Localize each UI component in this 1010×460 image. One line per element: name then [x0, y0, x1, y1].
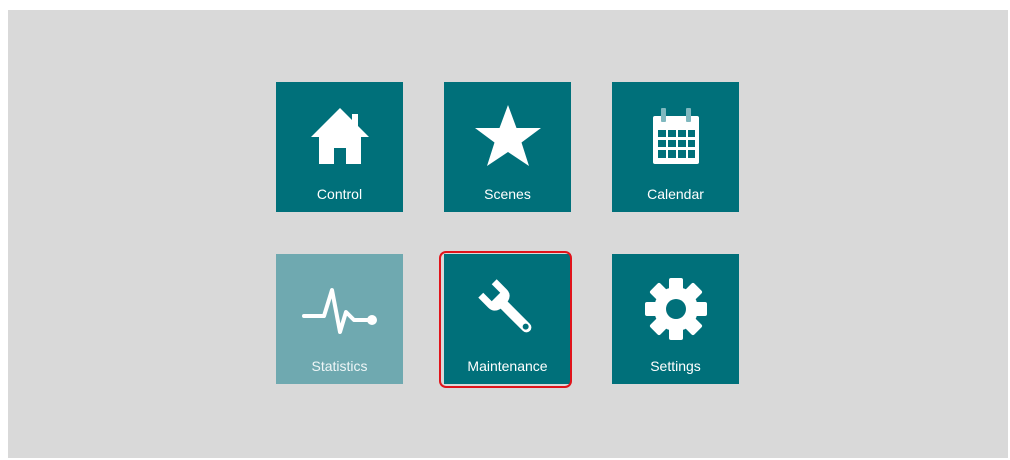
main-menu-panel [8, 10, 1008, 458]
calendar-tile[interactable]: Calendar [612, 82, 739, 212]
pulse-graph-icon [276, 276, 403, 342]
scenes-tile[interactable]: Scenes [444, 82, 571, 212]
control-tile[interactable]: Control [276, 82, 403, 212]
calendar-icon [612, 104, 739, 170]
maintenance-tile[interactable]: Maintenance [444, 254, 571, 384]
settings-tile[interactable]: Settings [612, 254, 739, 384]
maintenance-label: Maintenance [467, 358, 548, 374]
settings-label: Settings [650, 358, 701, 374]
statistics-label: Statistics [311, 358, 368, 374]
wrench-icon [444, 276, 571, 342]
gear-icon [612, 276, 739, 342]
calendar-label: Calendar [647, 186, 704, 202]
scenes-label: Scenes [484, 186, 531, 202]
statistics-tile[interactable]: Statistics [276, 254, 403, 384]
control-label: Control [316, 186, 363, 202]
house-icon [276, 104, 403, 170]
star-icon [444, 104, 571, 170]
